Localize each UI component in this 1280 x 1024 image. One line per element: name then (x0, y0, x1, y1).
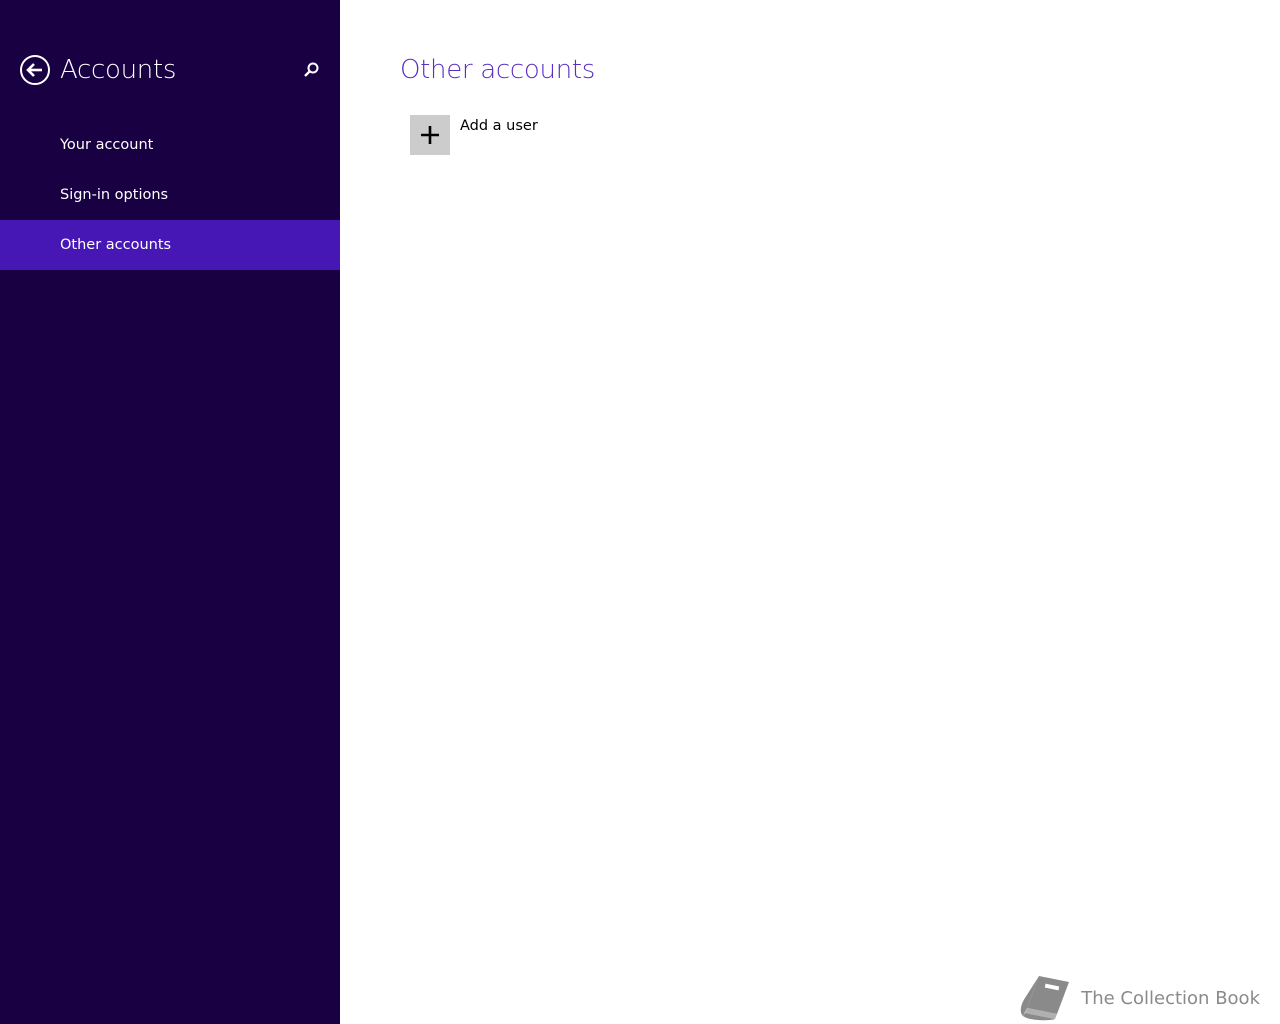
sidebar-item-label: Sign-in options (60, 187, 169, 203)
main-content: Other accounts Add a user The Collection… (340, 0, 1280, 1024)
watermark: The Collection Book (1017, 974, 1260, 1022)
book-icon (1021, 976, 1070, 1021)
sidebar-item-your-account[interactable]: Your account (0, 120, 340, 170)
back-arrow-circle-icon (20, 55, 50, 85)
sidebar-title: Accounts (60, 55, 177, 85)
add-user-label: Add a user (460, 118, 538, 134)
search-icon (304, 62, 319, 77)
plus-icon (421, 126, 439, 144)
sidebar-item-label: Your account (60, 137, 154, 153)
sidebar-item-other-accounts[interactable]: Other accounts (0, 220, 340, 270)
search-button[interactable] (300, 60, 322, 82)
watermark-text: The Collection Book (1081, 987, 1260, 1009)
sidebar-nav: Your account Sign-in options Other accou… (0, 120, 340, 270)
add-user-tile (410, 115, 450, 155)
sidebar-item-label: Other accounts (60, 237, 172, 253)
back-button[interactable] (19, 54, 51, 86)
page-title: Other accounts (400, 55, 596, 85)
sidebar-item-sign-in-options[interactable]: Sign-in options (0, 170, 340, 220)
sidebar-header: Accounts (0, 48, 340, 92)
sidebar: Accounts Your account Sign-in options Ot… (0, 0, 340, 1024)
